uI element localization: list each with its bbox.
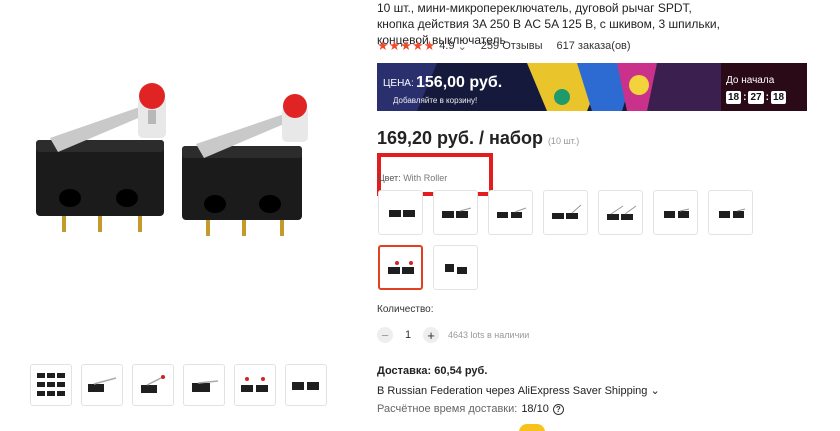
countdown-label: До начала — [726, 75, 775, 86]
color-label: Цвет: With Roller — [378, 173, 447, 183]
promo-price: 156,00 руб. — [416, 74, 503, 91]
rating-chevron-icon[interactable]: ⌄ — [458, 40, 467, 53]
sku-option-2[interactable] — [433, 190, 478, 235]
switch-left — [36, 83, 166, 232]
sku-option-5[interactable] — [598, 190, 643, 235]
price-row: 169,20 руб. / набор (10 шт.) — [377, 128, 579, 149]
shipping-cost: Доставка: 60,54 руб. — [377, 365, 488, 377]
current-price: 169,20 руб. / набор — [377, 128, 543, 148]
sku-option-1[interactable] — [378, 190, 423, 235]
thumbnail-1[interactable] — [30, 364, 72, 406]
quantity-plus-button[interactable]: + — [423, 327, 439, 343]
shipping-eta-label: Расчётное время доставки: — [377, 403, 518, 415]
price-note: (10 шт.) — [547, 136, 580, 146]
thumbnail-4[interactable] — [183, 364, 225, 406]
help-icon[interactable]: ? — [552, 403, 564, 415]
countdown-minutes: 27 — [748, 91, 764, 104]
quantity-minus-button[interactable]: − — [377, 327, 393, 343]
countdown-hours: 18 — [726, 91, 742, 104]
reviews-link[interactable]: 259 Отзывы — [481, 40, 543, 52]
sku-option-9[interactable] — [433, 245, 478, 290]
color-label-title: Цвет: — [378, 173, 401, 183]
thumbnail-2[interactable] — [81, 364, 123, 406]
countdown-timer: 18 : 27 : 18 — [726, 91, 787, 104]
switch-right — [182, 94, 308, 236]
stock-count: 4643 lots в наличии — [448, 330, 530, 340]
sku-option-3[interactable] — [488, 190, 533, 235]
orders-count: 617 заказа(ов) — [556, 40, 631, 52]
sku-option-7[interactable] — [708, 190, 753, 235]
sku-option-6[interactable] — [653, 190, 698, 235]
shipping-eta-date: 18/10 — [521, 403, 549, 415]
quantity-stepper: − 1 + 4643 lots в наличии — [377, 327, 529, 343]
thumbnail-3[interactable] — [132, 364, 174, 406]
quantity-label: Количество: — [377, 304, 434, 315]
promo-banner[interactable]: ЦЕНА: 156,00 руб. Добавляйте в корзину! … — [377, 63, 807, 111]
promo-price-label: ЦЕНА: — [383, 78, 414, 89]
sku-option-with-roller-selected[interactable] — [378, 245, 423, 290]
thumbnail-5[interactable] — [234, 364, 276, 406]
floating-widget-icon[interactable] — [519, 424, 545, 431]
color-label-value: With Roller — [403, 173, 448, 183]
rating-stars-icon: ★★★★★ — [377, 38, 436, 53]
thumbnail-6[interactable] — [285, 364, 327, 406]
thumbnail-strip — [30, 364, 327, 406]
promo-subtitle: Добавляйте в корзину! — [393, 96, 478, 105]
shipping-method-dropdown[interactable]: В Russian Federation через AliExpress Sa… — [377, 384, 660, 397]
rating-row: ★★★★★ 4.9 ⌄ 259 Отзывы 617 заказа(ов) — [377, 38, 631, 53]
shipping-eta: Расчётное время доставки: 18/10 ? — [377, 403, 564, 415]
countdown-box: До начала 18 : 27 : 18 — [721, 63, 807, 111]
product-main-image[interactable] — [10, 70, 350, 295]
countdown-seconds: 18 — [770, 91, 787, 104]
quantity-input[interactable]: 1 — [402, 329, 414, 341]
rating-value: 4.9 — [439, 40, 455, 52]
sku-option-4[interactable] — [543, 190, 588, 235]
